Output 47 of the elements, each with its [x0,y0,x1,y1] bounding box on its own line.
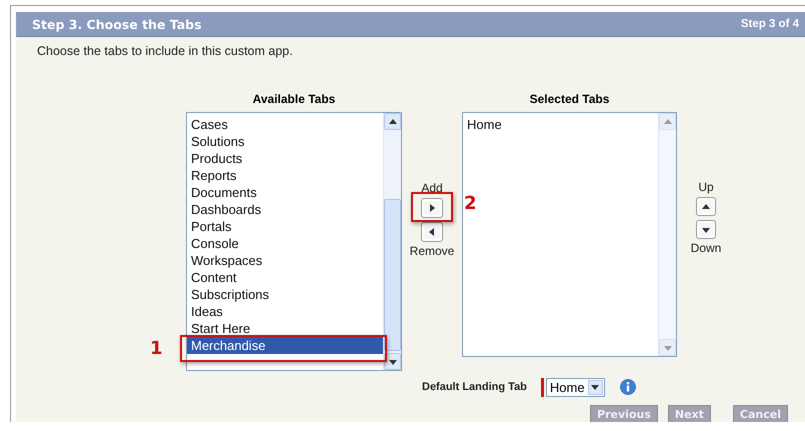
step-title: Step 3. Choose the Tabs [32,16,202,32]
control-label: Down [690,241,722,256]
list-option[interactable]: Merchandise [187,337,383,354]
list-option[interactable]: Subscriptions [187,286,383,303]
instructions-text: Choose the tabs to include in this custom app. [36,43,294,60]
triangle-down-icon [702,226,710,234]
list-option[interactable]: Content [187,269,383,286]
list-option[interactable]: Home [463,116,658,133]
list-option[interactable]: Portals [187,218,383,235]
scrollbar[interactable] [658,113,676,356]
list-option[interactable]: Console [187,235,383,252]
triangle-left-icon [428,228,436,236]
column-heading: Available Tabs [252,92,336,108]
up-button[interactable] [696,197,716,216]
column-heading: Selected Tabs [530,92,610,108]
list-option[interactable]: Solutions [187,133,383,150]
control-label: Add [421,181,443,196]
callout-number: 1 [150,338,163,359]
info-icon[interactable] [620,379,636,395]
triangle-up-icon [702,202,710,210]
scroll-up-icon [388,118,396,126]
list-option[interactable]: Documents [187,184,383,201]
list-option[interactable]: Workspaces [187,252,383,269]
triangle-right-icon [428,204,436,212]
control-label: Up [698,180,714,195]
scroll-down-icon [664,344,672,352]
scrollbar[interactable] [383,113,401,370]
callout-frame [411,192,453,222]
list-box[interactable]: Cases Solutions Products Reports Documents Dashboards Portals Console Workspaces Content Subscriptions Ideas Start Here Merchandise [186,112,402,371]
remove-button[interactable] [421,222,443,242]
callout-number: 2 [464,193,477,214]
list-option[interactable]: Reports [187,167,383,184]
scroll-up-icon [664,118,672,126]
landing-tab-dropdown[interactable]: Home [546,378,605,396]
step-indicator: Step 3 of 4 [740,18,799,30]
scroll-down-icon [388,358,396,366]
list-option[interactable]: Cases [187,116,383,133]
list-option[interactable]: Start Here [187,320,383,337]
list-option[interactable]: Dashboards [187,201,383,218]
list-option[interactable]: Ideas [187,303,383,320]
add-button[interactable] [421,198,443,218]
down-button[interactable] [696,220,716,239]
scroll-thumb[interactable] [384,199,401,351]
list-option[interactable]: Products [187,150,383,167]
dropdown-caret-icon [591,383,600,391]
control-label: Remove [410,244,454,259]
field-label: Default Landing Tab [422,381,527,393]
